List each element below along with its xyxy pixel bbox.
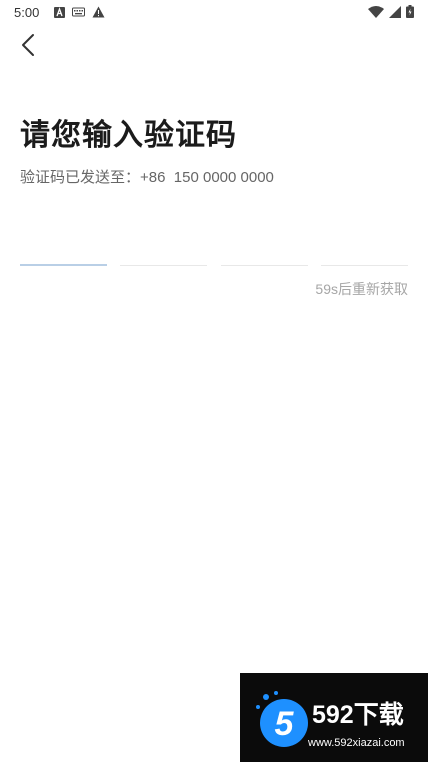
watermark-brand: 592下载 bbox=[312, 701, 404, 729]
code-input-1[interactable] bbox=[20, 224, 107, 266]
code-inputs bbox=[20, 224, 408, 266]
logo-592-icon: 5 bbox=[256, 691, 308, 747]
wifi-icon bbox=[368, 5, 384, 18]
keyboard-icon bbox=[72, 7, 85, 17]
sent-to-line: 验证码已发送至：+86 150 0000 0000 bbox=[20, 166, 274, 187]
status-bar: 5:00 bbox=[0, 0, 428, 26]
warning-icon bbox=[92, 6, 105, 18]
phone-number: +86 150 0000 0000 bbox=[140, 169, 274, 186]
status-time: 5:00 bbox=[14, 5, 40, 20]
code-input-2[interactable] bbox=[120, 224, 208, 266]
chevron-left-icon bbox=[22, 34, 34, 56]
signal-icon bbox=[389, 5, 401, 18]
watermark: 5 592下载 www.592xiazai.com bbox=[240, 673, 428, 762]
status-left-icons bbox=[54, 6, 105, 18]
a-icon bbox=[54, 6, 65, 18]
code-input-4[interactable] bbox=[320, 224, 408, 266]
status-right-icons bbox=[368, 5, 414, 18]
back-button[interactable] bbox=[14, 30, 44, 60]
battery-icon bbox=[406, 5, 414, 18]
sent-to-label: 验证码已发送至： bbox=[20, 169, 141, 186]
code-input-3[interactable] bbox=[220, 224, 308, 266]
resend-countdown[interactable]: 59s后重新获取 bbox=[315, 279, 408, 299]
watermark-url: www.592xiazai.com bbox=[308, 737, 405, 749]
page-title: 请您输入验证码 bbox=[20, 119, 237, 152]
logo-glyph: 5 bbox=[275, 705, 295, 743]
